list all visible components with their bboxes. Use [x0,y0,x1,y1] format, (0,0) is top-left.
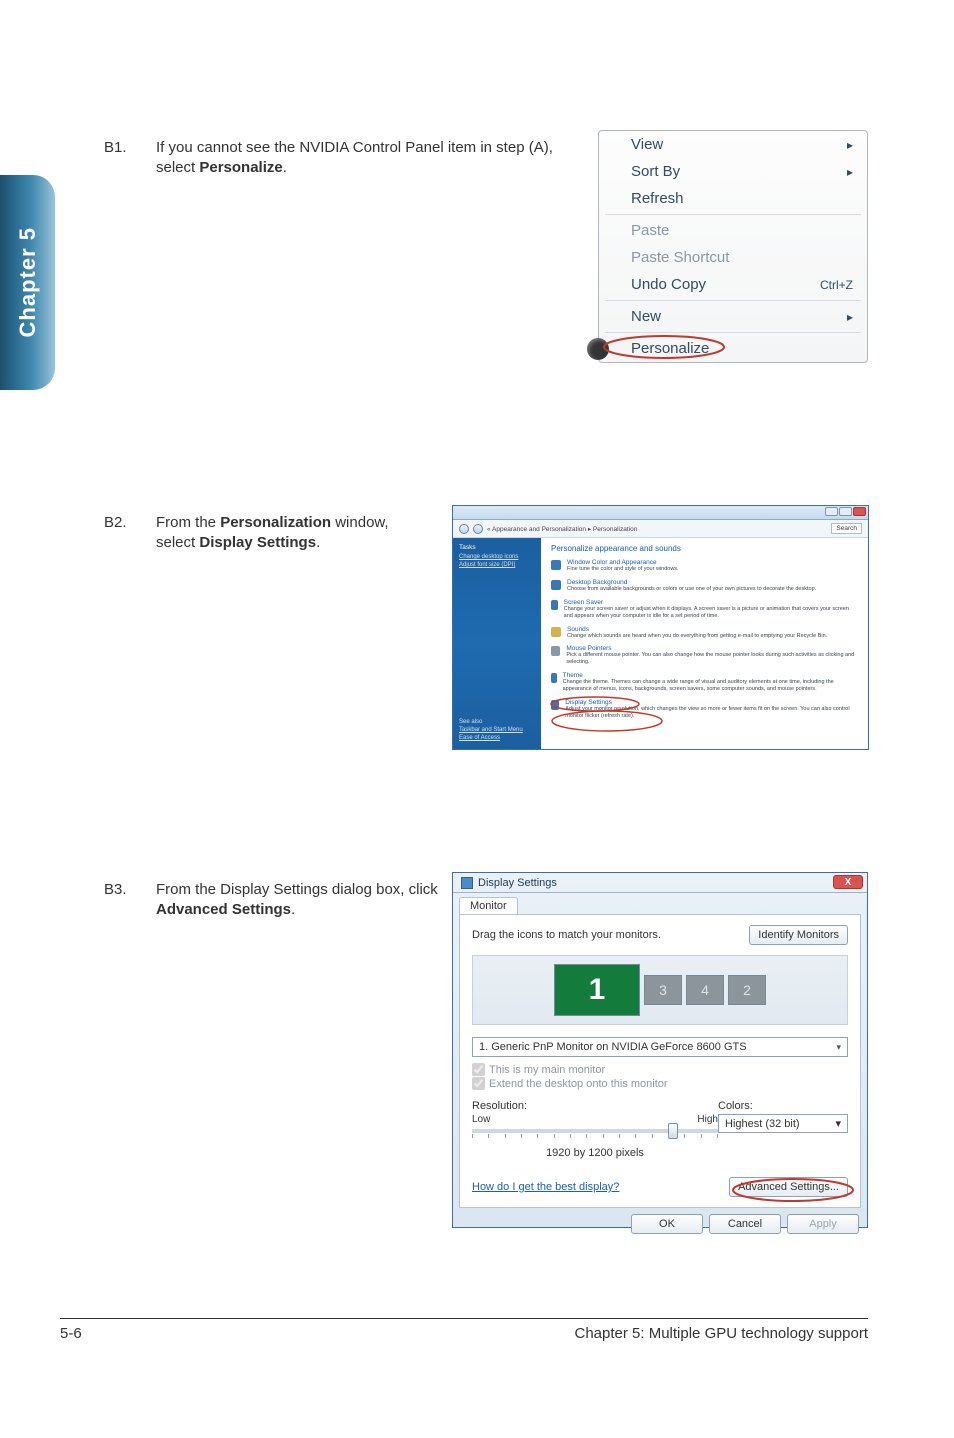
display-settings-title-icon [461,877,473,889]
display-settings-window: Display Settings X Monitor Drag the icon… [452,872,868,1228]
submenu-arrow-icon: ▸ [847,165,853,179]
pers-item-sounds[interactable]: SoundsChange which sounds are heard when… [551,626,858,640]
breadcrumb[interactable]: « Appearance and Personalization ▸ Perso… [487,525,827,533]
nav-back-icon[interactable] [459,524,469,534]
pers-item-display-settings[interactable]: Display Settings Adjust your monitor res… [551,699,858,720]
monitor-arrangement-area[interactable]: 1 3 4 2 [472,955,848,1025]
desktop-background-icon [551,580,561,590]
pointer-icon [587,338,609,360]
display-settings-titlebar: Display Settings X [453,873,867,893]
ctx-undo-copy[interactable]: Undo CopyCtrl+Z [599,271,867,298]
sidebar-link-ease-of-access[interactable]: Ease of Access [459,735,523,741]
colors-label: Colors: [718,1100,848,1112]
chapter-side-tab-label: Chapter 5 [15,227,41,337]
monitor-1-icon[interactable]: 1 [554,964,640,1016]
context-menu: View▸ Sort By▸ Refresh Paste Paste Short… [598,130,868,363]
ctx-separator [605,214,861,215]
sidebar-link-taskbar[interactable]: Taskbar and Start Menu [459,727,523,733]
personalization-nav: « Appearance and Personalization ▸ Perso… [453,520,868,538]
apply-button: Apply [787,1214,859,1234]
close-button[interactable] [853,507,866,516]
display-settings-title: Display Settings [478,877,557,889]
resolution-value: 1920 by 1200 pixels [472,1147,718,1159]
close-button[interactable]: X [833,875,863,889]
monitor-select-dropdown[interactable]: 1. Generic PnP Monitor on NVIDIA GeForce… [472,1037,848,1057]
ctx-personalize[interactable]: Personalize [599,335,867,362]
identify-monitors-button[interactable]: Identify Monitors [749,925,848,945]
ctx-separator [605,332,861,333]
window-color-icon [551,560,561,570]
ctx-sort-by[interactable]: Sort By▸ [599,158,867,185]
advanced-settings-button[interactable]: Advanced Settings... [729,1177,848,1197]
monitor-2-icon[interactable]: 2 [728,975,766,1005]
search-box[interactable]: Search [831,523,862,534]
cancel-button[interactable]: Cancel [709,1214,781,1234]
step-b3: B3. From the Display Settings dialog box… [104,880,446,921]
pers-item-theme[interactable]: ThemeChange the theme. Themes can change… [551,672,858,693]
ctx-paste-shortcut: Paste Shortcut [599,244,867,271]
drag-instruction-label: Drag the icons to match your monitors. [472,929,661,941]
resolution-slider[interactable]: Low High 1920 by 1200 pixels [472,1114,718,1159]
step-b2-text: From the Personalization window, select … [156,513,416,554]
page-footer: 5-6 Chapter 5: Multiple GPU technology s… [60,1318,868,1342]
display-settings-icon [551,700,559,710]
resolution-label: Resolution: [472,1100,527,1112]
step-b2: B2. From the Personalization window, sel… [104,513,416,554]
personalization-main: Personalize appearance and sounds Window… [541,538,868,749]
ok-button[interactable]: OK [631,1214,703,1234]
maximize-button[interactable] [839,507,852,516]
step-b1-text: If you cannot see the NVIDIA Control Pan… [156,138,556,179]
pers-item-window-color[interactable]: Window Color and AppearanceFine tune the… [551,559,858,573]
pers-item-mouse-pointers[interactable]: Mouse PointersPick a different mouse poi… [551,645,858,666]
main-monitor-checkbox: This is my main monitor [472,1063,848,1076]
sidebar-tasks-header: Tasks [459,544,535,551]
pers-item-screen-saver[interactable]: Screen SaverChange your screen saver or … [551,599,858,620]
tab-monitor[interactable]: Monitor [459,897,518,914]
ctx-refresh[interactable]: Refresh [599,185,867,212]
monitor-3-icon[interactable]: 3 [644,975,682,1005]
step-b1-num: B1. [104,138,156,179]
chapter-side-tab: Chapter 5 [0,175,55,390]
help-link[interactable]: How do I get the best display? [472,1181,619,1193]
chevron-down-icon: ▾ [835,1117,841,1130]
screen-saver-icon [551,600,558,610]
submenu-arrow-icon: ▸ [847,310,853,324]
submenu-arrow-icon: ▸ [847,138,853,152]
chevron-down-icon: ▾ [836,1042,841,1053]
colors-dropdown[interactable]: Highest (32 bit) ▾ [718,1114,848,1133]
step-b3-text: From the Display Settings dialog box, cl… [156,880,446,921]
pers-item-desktop-background[interactable]: Desktop BackgroundChoose from available … [551,579,858,593]
sidebar-link-adjust-font-size[interactable]: Adjust font size (DPI) [459,562,535,568]
ctx-new[interactable]: New▸ [599,303,867,330]
minimize-button[interactable] [825,507,838,516]
sounds-icon [551,627,561,637]
page-number: 5-6 [60,1325,82,1342]
step-b2-num: B2. [104,513,156,554]
sidebar-link-change-desktop-icons[interactable]: Change desktop icons [459,554,535,560]
personalization-window: « Appearance and Personalization ▸ Perso… [452,505,869,750]
ctx-view[interactable]: View▸ [599,131,867,158]
footer-chapter-title: Chapter 5: Multiple GPU technology suppo… [575,1325,869,1342]
mouse-pointers-icon [551,646,560,656]
step-b3-num: B3. [104,880,156,921]
personalization-sidebar: Tasks Change desktop icons Adjust font s… [453,538,541,749]
personalization-titlebar [453,506,868,520]
step-b1: B1. If you cannot see the NVIDIA Control… [104,138,556,179]
monitor-4-icon[interactable]: 4 [686,975,724,1005]
extend-desktop-checkbox: Extend the desktop onto this monitor [472,1077,848,1090]
ctx-paste: Paste [599,217,867,244]
ctx-separator [605,300,861,301]
personalization-heading: Personalize appearance and sounds [551,544,858,553]
nav-forward-icon[interactable] [473,524,483,534]
theme-icon [551,673,557,683]
sidebar-see-also-header: See also [459,719,523,725]
